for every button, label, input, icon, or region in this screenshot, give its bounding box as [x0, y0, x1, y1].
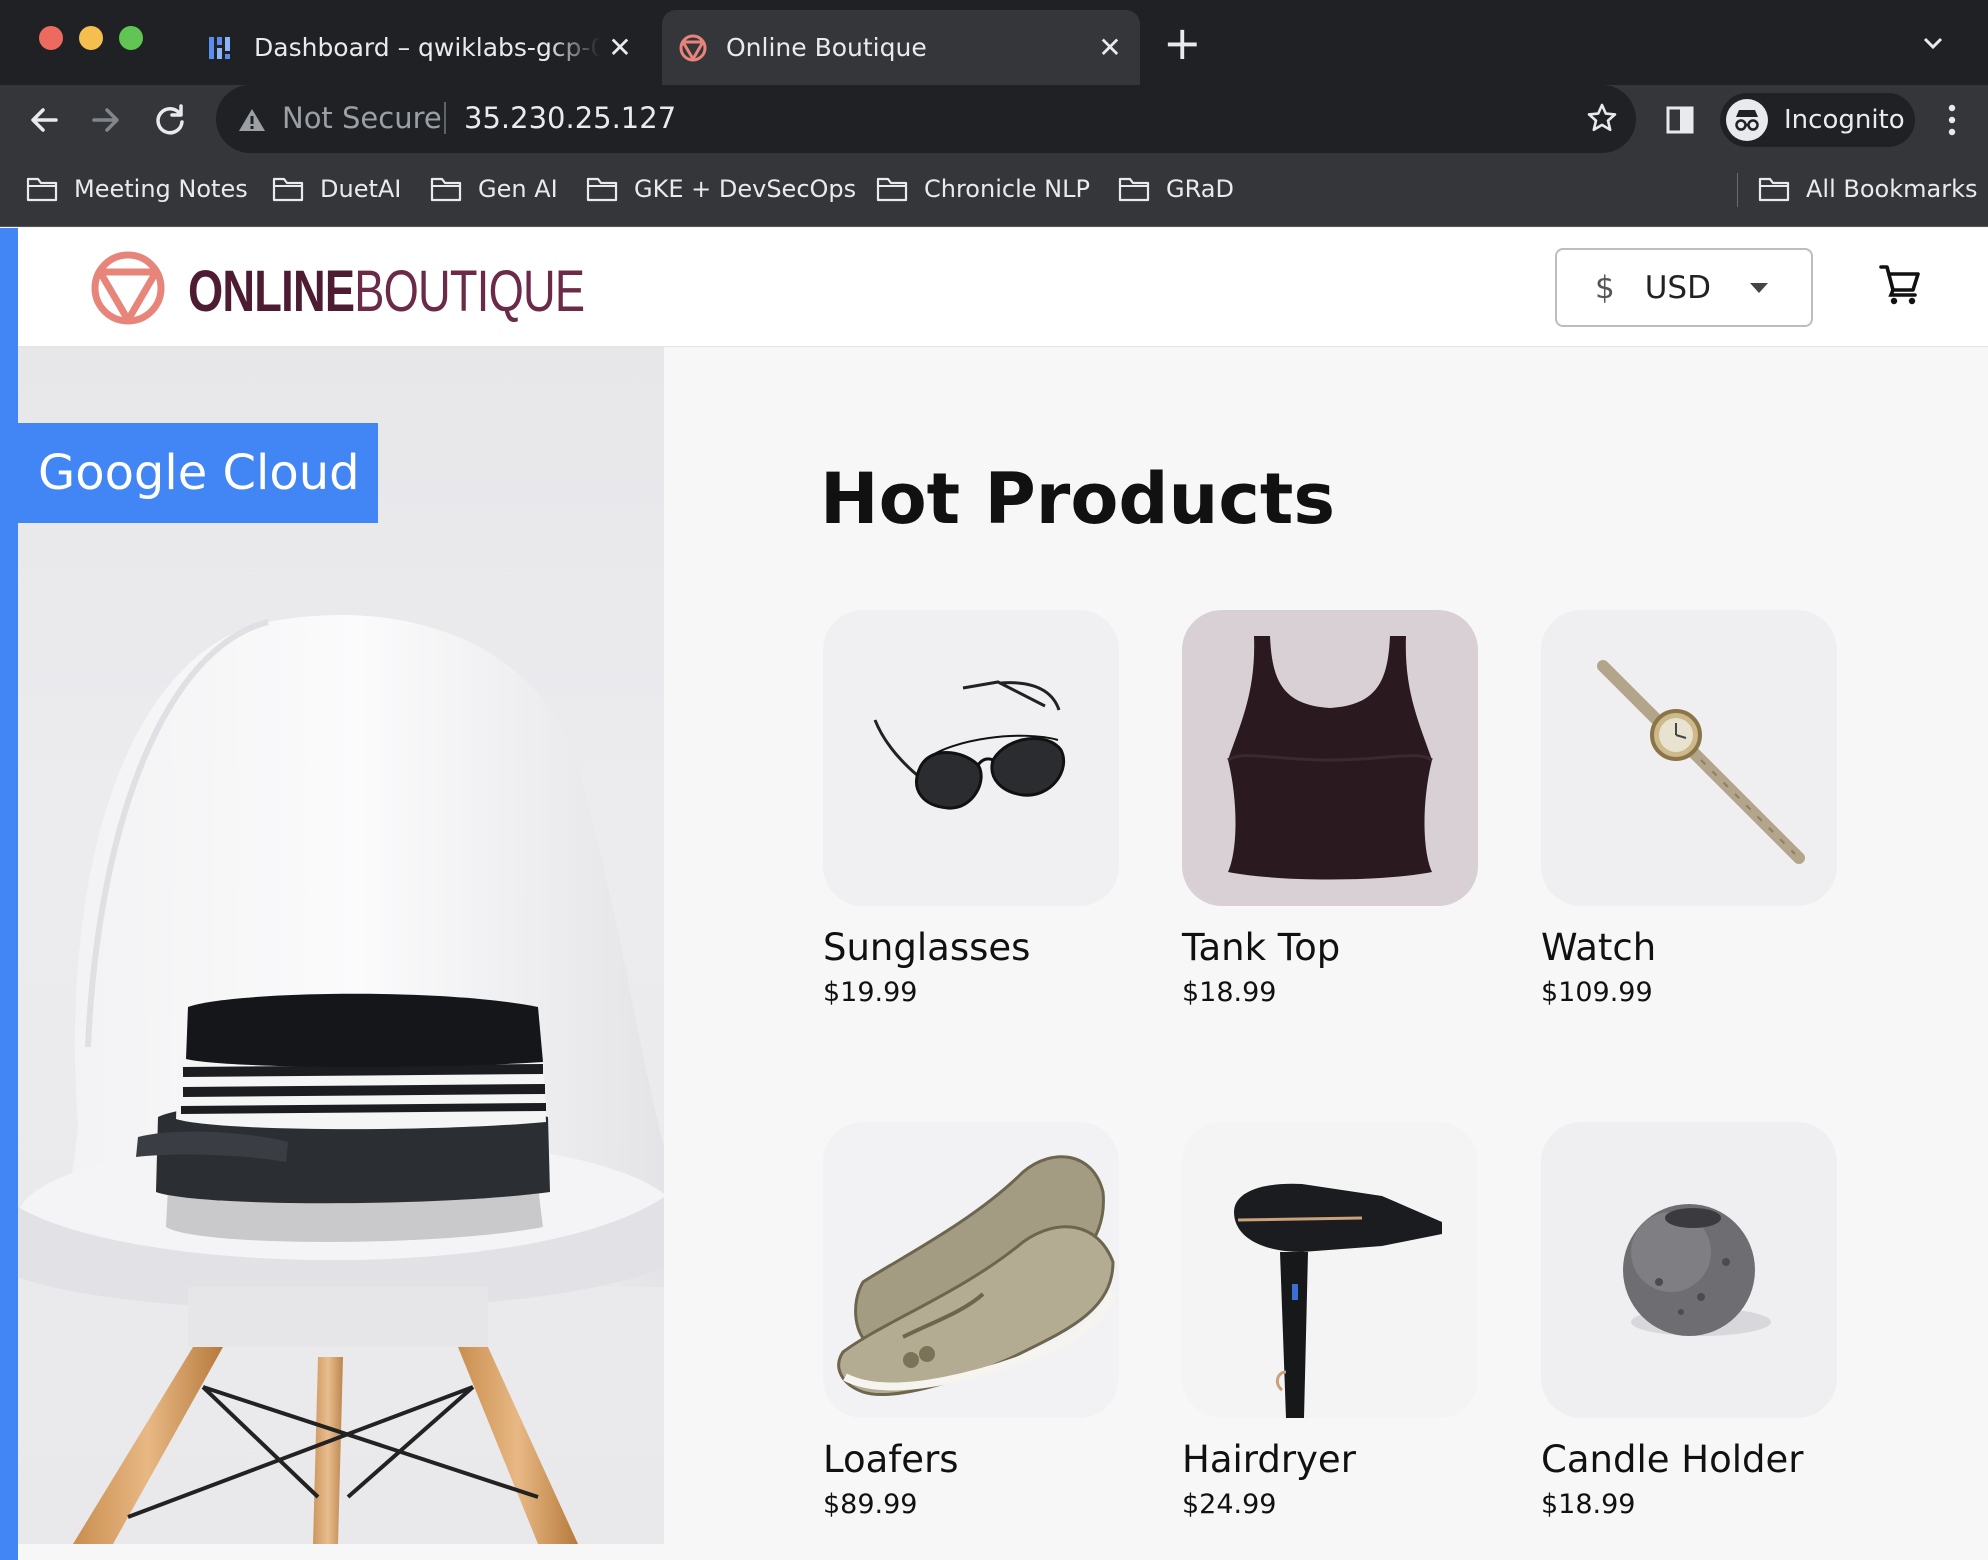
currency-symbol: $ [1595, 269, 1615, 306]
bookmarks-bar: Meeting Notes DuetAI Gen AI GKE + DevSec… [0, 155, 1988, 227]
product-price: $24.99 [1182, 1489, 1277, 1520]
product-name[interactable]: Sunglasses [823, 926, 1119, 969]
incognito-profile-button[interactable]: Incognito [1720, 93, 1915, 147]
product-image[interactable] [823, 610, 1119, 906]
tab-title: Online Boutique [726, 33, 927, 62]
side-panel-icon[interactable] [1665, 105, 1695, 135]
product-price: $89.99 [823, 1489, 918, 1520]
site-logo[interactable]: ONLINEBOUTIQUE [188, 258, 585, 325]
back-arrow-icon[interactable] [26, 102, 62, 138]
sunglasses-icon [873, 680, 1066, 810]
profile-label: Incognito [1784, 105, 1905, 135]
folder-icon [876, 177, 908, 202]
product-name[interactable]: Hairdryer [1182, 1438, 1478, 1481]
product-card[interactable]: Hairdryer $24.99 [1182, 1122, 1478, 1520]
url-text[interactable]: 35.230.25.127 [464, 101, 676, 135]
bookmark-label: GKE + DevSecOps [634, 175, 857, 203]
product-image[interactable] [823, 1122, 1119, 1418]
incognito-icon [1726, 99, 1768, 141]
boutique-logo-icon[interactable] [88, 248, 168, 328]
omnibox-divider [444, 102, 446, 134]
tab-online-boutique[interactable]: Online Boutique ✕ [662, 10, 1140, 85]
product-card[interactable]: Candle Holder $18.99 [1541, 1122, 1837, 1520]
product-image[interactable] [1182, 610, 1478, 906]
bookmark-folder-duetai[interactable]: DuetAI [272, 175, 401, 203]
tab-search-chevron-icon[interactable] [1920, 30, 1946, 56]
logo-bold-text: ONLINE [188, 259, 355, 324]
bookmark-label: All Bookmarks [1806, 175, 1978, 203]
tab-dashboard[interactable]: Dashboard – qwiklabs-gcp-04 ✕ [190, 10, 650, 85]
product-name[interactable]: Candle Holder [1541, 1438, 1837, 1481]
section-title: Hot Products [820, 458, 1335, 540]
folder-icon [430, 177, 462, 202]
warning-icon[interactable] [238, 107, 266, 133]
page-viewport: ONLINEBOUTIQUE $ USD Google Cloud Hot Pr… [0, 228, 1988, 1560]
close-window-button[interactable] [39, 26, 63, 50]
tab-title: Dashboard – qwiklabs-gcp-04 [254, 33, 600, 62]
reload-icon[interactable] [152, 102, 188, 138]
hairdryer-icon [1234, 1183, 1442, 1418]
tank-top-icon [1227, 636, 1433, 880]
page-accent-edge [0, 228, 18, 1560]
close-tab-icon[interactable]: ✕ [1090, 31, 1130, 64]
bookmark-folder-chronicle-nlp[interactable]: Chronicle NLP [876, 175, 1090, 203]
bookmark-star-icon[interactable] [1586, 102, 1618, 134]
folder-icon [1758, 177, 1790, 202]
loafers-icon [837, 1155, 1117, 1396]
minimize-window-button[interactable] [79, 26, 103, 50]
currency-selector[interactable]: $ USD [1555, 248, 1813, 327]
product-card[interactable]: Tank Top $18.99 [1182, 610, 1478, 1008]
bookmark-label: GRaD [1166, 175, 1234, 203]
address-bar[interactable]: Not Secure 35.230.25.127 [216, 85, 1636, 153]
product-price: $18.99 [1182, 977, 1277, 1008]
chair-illustration [18, 614, 664, 1544]
dropdown-caret-icon [1749, 282, 1768, 293]
product-name[interactable]: Tank Top [1182, 926, 1478, 969]
bookmark-folder-gen-ai[interactable]: Gen AI [430, 175, 558, 203]
product-price: $19.99 [823, 977, 918, 1008]
folder-icon [1118, 177, 1150, 202]
product-image[interactable] [1541, 1122, 1837, 1418]
new-tab-button[interactable]: + [1163, 18, 1202, 68]
bookmarks-divider [1737, 173, 1738, 207]
bookmark-label: Meeting Notes [74, 175, 248, 203]
product-image[interactable] [1541, 610, 1837, 906]
all-bookmarks-button[interactable]: All Bookmarks [1758, 175, 1977, 203]
maximize-window-button[interactable] [119, 26, 143, 50]
product-card[interactable]: Loafers $89.99 [823, 1122, 1119, 1520]
product-name[interactable]: Watch [1541, 926, 1837, 969]
browser-menu-icon[interactable] [1945, 103, 1959, 137]
google-cloud-badge: Google Cloud [18, 423, 378, 523]
bookmark-folder-meeting-notes[interactable]: Meeting Notes [26, 175, 248, 203]
folder-icon [586, 177, 618, 202]
forward-arrow-icon[interactable] [88, 102, 124, 138]
browser-tab-strip: Dashboard – qwiklabs-gcp-04 ✕ Online Bou… [0, 0, 1988, 85]
hero-banner-image: Google Cloud [18, 347, 664, 1544]
bookmark-label: Chronicle NLP [924, 175, 1090, 203]
folder-icon [26, 177, 58, 202]
site-header: ONLINEBOUTIQUE $ USD [18, 228, 1988, 347]
watch-icon [1597, 660, 1805, 864]
bookmark-label: DuetAI [320, 175, 402, 203]
boutique-favicon-icon [679, 34, 707, 61]
product-image[interactable] [1182, 1122, 1478, 1418]
product-name[interactable]: Loafers [823, 1438, 1119, 1481]
shopping-cart-icon[interactable] [1878, 262, 1922, 306]
product-price: $109.99 [1541, 977, 1653, 1008]
logo-light-text: BOUTIQUE [354, 259, 585, 324]
close-tab-icon[interactable]: ✕ [600, 31, 640, 64]
product-price: $18.99 [1541, 1489, 1636, 1520]
product-card[interactable]: Watch $109.99 [1541, 610, 1837, 1008]
bookmark-folder-grad[interactable]: GRaD [1118, 175, 1234, 203]
currency-code: USD [1644, 269, 1711, 306]
dashboard-favicon-icon [209, 36, 230, 59]
bookmark-folder-gke-devsecops[interactable]: GKE + DevSecOps [586, 175, 856, 203]
candle-holder-icon [1623, 1204, 1771, 1336]
bookmark-label: Gen AI [478, 175, 558, 203]
product-card[interactable]: Sunglasses $19.99 [823, 610, 1119, 1008]
folder-icon [272, 177, 304, 202]
security-status-label[interactable]: Not Secure [282, 101, 442, 135]
